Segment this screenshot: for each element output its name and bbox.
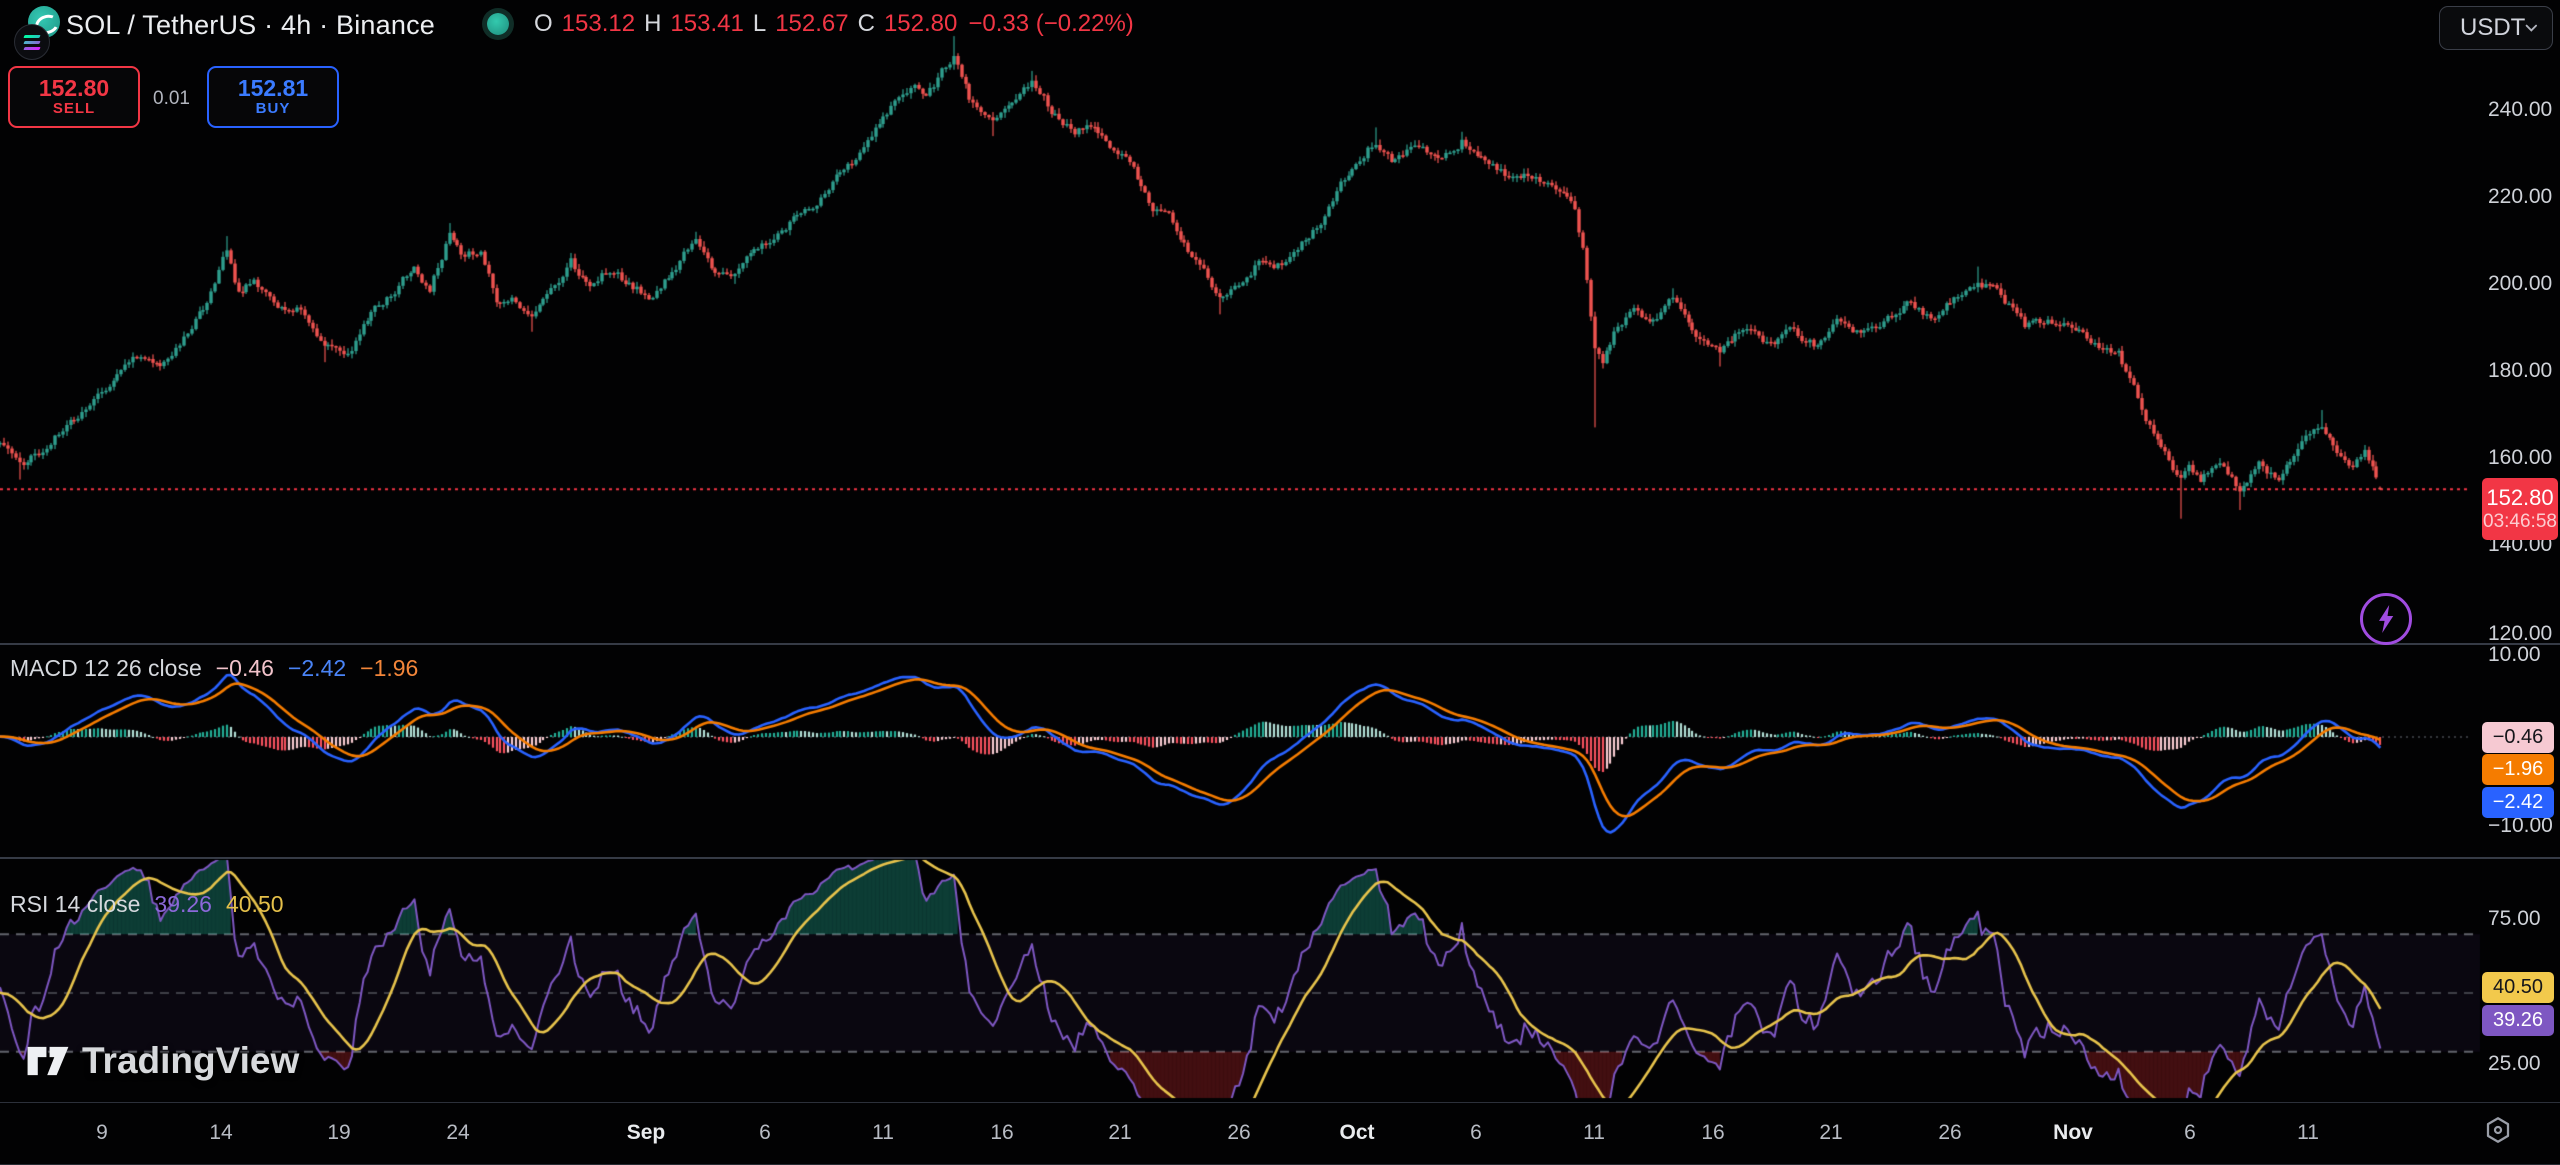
last-price-label: 152.80 03:46:58 — [2482, 478, 2558, 540]
time-month-label: Oct — [1339, 1121, 1374, 1145]
time-month-label: Nov — [2053, 1121, 2093, 1145]
time-scale[interactable]: 9 14 19 24 Sep 6 11 16 21 26 Oct 6 11 16 21 26 Nov 6 11 — [0, 1102, 2560, 1165]
pane-separator[interactable] — [0, 643, 2560, 645]
close-label: C — [858, 10, 875, 38]
lightning-bolt-icon — [2375, 605, 2397, 633]
price-tick-label: 220.00 — [2488, 185, 2552, 209]
solana-coin-icon — [14, 24, 50, 60]
pane-separator[interactable] — [0, 857, 2560, 859]
low-value: 152.67 — [775, 10, 848, 38]
currency-dropdown[interactable]: USDT — [2439, 6, 2553, 50]
tradingview-chart-app: SOL / TetherUS · 4h · Binance O153.12 H1… — [0, 0, 2560, 1165]
bar-countdown: 03:46:58 — [2483, 511, 2557, 533]
sell-price: 152.80 — [39, 76, 109, 102]
high-label: H — [644, 10, 661, 38]
gear-icon — [2483, 1115, 2513, 1145]
macd-legend[interactable]: MACD 12 26 close −0.46 −2.42 −1.96 — [10, 655, 418, 682]
time-tick-label: 6 — [759, 1121, 771, 1145]
spread-value: 0.01 — [143, 88, 200, 110]
time-tick-label: 11 — [872, 1121, 894, 1145]
buy-price: 152.81 — [238, 76, 308, 102]
time-tick-label: 6 — [1470, 1121, 1482, 1145]
time-tick-label: 21 — [1819, 1121, 1842, 1145]
rsi-legend[interactable]: RSI 14 close 39.26 40.50 — [10, 891, 284, 918]
time-tick-label: 16 — [1701, 1121, 1724, 1145]
time-tick-label: 26 — [1938, 1121, 1961, 1145]
tradingview-logo-icon — [26, 1041, 70, 1081]
macd-line-value: −2.42 — [288, 655, 346, 682]
time-tick-label: 16 — [990, 1121, 1013, 1145]
time-tick-label: 11 — [2297, 1121, 2319, 1145]
low-label: L — [753, 10, 766, 38]
rsi-ma-label: 40.50 — [2482, 972, 2554, 1003]
lightning-button[interactable] — [2360, 593, 2412, 645]
price-tick-label: 200.00 — [2488, 272, 2552, 296]
buy-button[interactable]: 152.81 BUY — [207, 66, 339, 128]
time-tick-label: 21 — [1108, 1121, 1131, 1145]
rsi-label: 39.26 — [2482, 1005, 2554, 1036]
macd-signal-value: −1.96 — [360, 655, 418, 682]
time-tick-label: 24 — [446, 1121, 469, 1145]
price-tick-label: 160.00 — [2488, 446, 2552, 470]
macd-title: MACD 12 26 close — [10, 655, 202, 682]
macd-signal-label: −1.96 — [2482, 754, 2554, 785]
rsi-title: RSI 14 close — [10, 891, 140, 918]
time-tick-label: 9 — [96, 1121, 108, 1145]
close-value: 152.80 — [884, 10, 957, 38]
time-tick-row: 9 14 19 24 Sep 6 11 16 21 26 Oct 6 11 16 21 26 Nov 6 11 — [0, 1121, 2480, 1147]
time-tick-label: 14 — [209, 1121, 232, 1145]
sell-label: SELL — [53, 101, 95, 118]
price-tick-label: 240.00 — [2488, 98, 2552, 122]
macd-tick-label: 10.00 — [2488, 643, 2541, 667]
time-tick-label: 6 — [2184, 1121, 2196, 1145]
sell-button[interactable]: 152.80 SELL — [8, 66, 140, 128]
price-tick-label: 180.00 — [2488, 359, 2552, 383]
rsi-tick-label: 25.00 — [2488, 1052, 2541, 1076]
open-value: 153.12 — [562, 10, 635, 38]
macd-hist-label: −0.46 — [2482, 722, 2554, 753]
rsi-value: 39.26 — [154, 891, 212, 918]
symbol-logo — [10, 6, 62, 50]
chart-canvas[interactable] — [0, 0, 2560, 1165]
last-price-value: 152.80 — [2486, 485, 2553, 510]
chevron-down-icon — [2525, 23, 2538, 33]
open-label: O — [534, 10, 553, 38]
tradingview-watermark: TradingView — [26, 1040, 299, 1082]
change-value: −0.33 (−0.22%) — [968, 10, 1133, 38]
time-month-label: Sep — [627, 1121, 666, 1145]
buy-label: BUY — [256, 101, 291, 118]
market-status-icon[interactable] — [487, 13, 509, 35]
ohlc-values: O 153.12 H 153.41 L 152.67 C 152.80 −0.33 (−… — [534, 10, 1134, 38]
symbol-title[interactable]: SOL / TetherUS · 4h · Binance — [66, 10, 435, 41]
macd-line-label: −2.42 — [2482, 787, 2554, 818]
currency-label: USDT — [2460, 14, 2525, 42]
rsi-tick-label: 75.00 — [2488, 907, 2541, 931]
time-tick-label: 11 — [1583, 1121, 1605, 1145]
timezone-settings-button[interactable] — [2481, 1113, 2515, 1147]
rsi-ma-value: 40.50 — [226, 891, 284, 918]
macd-hist-value: −0.46 — [216, 655, 274, 682]
high-value: 153.41 — [670, 10, 743, 38]
time-tick-label: 26 — [1227, 1121, 1250, 1145]
watermark-text: TradingView — [82, 1040, 299, 1082]
time-tick-label: 19 — [327, 1121, 350, 1145]
